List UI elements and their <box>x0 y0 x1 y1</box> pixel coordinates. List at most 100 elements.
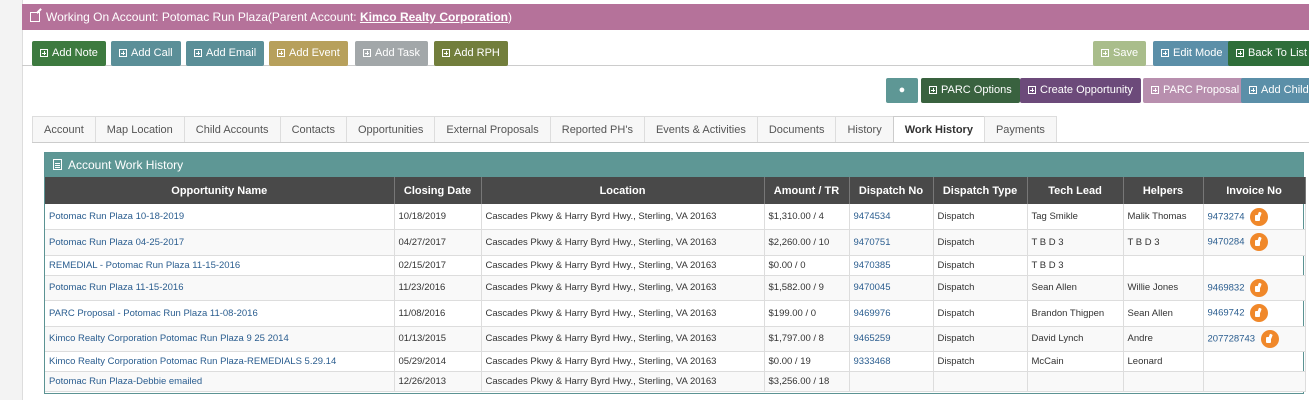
opportunity-link[interactable]: Potomac Run Plaza 11-15-2016 <box>45 275 395 301</box>
parent-account-link[interactable]: Kimco Realty Corporation <box>360 10 508 24</box>
add-task-button[interactable]: Add Task <box>355 41 429 66</box>
cell-text: Dispatch <box>937 307 975 319</box>
invoice-link[interactable]: 207728743 <box>1203 326 1306 352</box>
table-row[interactable]: Potomac Run Plaza 10-18-2019 10/18/2019 Ca… <box>45 204 1306 230</box>
table-row[interactable]: Potomac Run Plaza 04-25-2017 04/27/2017 Ca… <box>45 229 1306 256</box>
thumbs-up-icon[interactable] <box>1250 304 1269 323</box>
tab-payments[interactable]: Payments <box>983 116 1057 142</box>
invoice-link <box>1203 371 1306 392</box>
dispatch-link[interactable]: 9465259 <box>849 326 934 352</box>
column-header[interactable]: Dispatch No <box>849 177 934 204</box>
invoice-link[interactable]: 9469742 <box>1203 300 1306 327</box>
tab-history[interactable]: History <box>835 116 894 142</box>
tab-account[interactable]: Account <box>32 116 96 142</box>
back-to-list-label: Back To List <box>1248 47 1308 59</box>
cell-text: $0.00 / 19 <box>768 356 811 367</box>
edit-mode-button[interactable]: Edit Mode <box>1153 41 1231 66</box>
column-header[interactable]: Tech Lead <box>1027 177 1124 204</box>
cell-text: McCain <box>1031 356 1064 367</box>
add-call-label: Add Call <box>131 47 173 59</box>
cell-text: Willie Jones <box>1127 282 1179 294</box>
column-header[interactable]: Amount / TR <box>764 177 850 204</box>
account-title-bar: Working On Account: Potomac Run Plaza(Pa… <box>22 4 1309 30</box>
column-header[interactable]: Helpers <box>1123 177 1204 204</box>
thumbs-up-icon[interactable] <box>1250 207 1269 226</box>
cell-text: 11/23/2016 <box>398 282 446 294</box>
car-button[interactable]: ● <box>886 78 918 103</box>
add-note-button[interactable]: Add Note <box>32 41 106 66</box>
add-rph-button[interactable]: Add RPH <box>434 41 508 66</box>
thumbs-up-icon[interactable] <box>1250 233 1269 252</box>
table-row[interactable]: Kimco Realty Corporation Potomac Run Pla… <box>45 351 1306 372</box>
table-cell: 01/13/2015 <box>394 326 482 352</box>
cell-text: 9474534 <box>853 211 891 222</box>
parc-proposal-button[interactable]: PARC Proposal <box>1143 78 1248 103</box>
dispatch-link[interactable]: 9474534 <box>849 204 934 230</box>
dispatch-link[interactable]: 9470385 <box>849 255 934 276</box>
table-row[interactable]: PARC Proposal - Potomac Run Plaza 11-08-… <box>45 300 1306 327</box>
table-row[interactable]: Kimco Realty Corporation Potomac Run Pla… <box>45 326 1306 352</box>
plus-icon <box>442 49 450 57</box>
dispatch-link[interactable]: 9469976 <box>849 300 934 327</box>
cell-text: 9333468 <box>853 356 891 367</box>
invoice-link[interactable]: 9469832 <box>1203 275 1306 301</box>
cell-text: 9469976 <box>853 307 891 319</box>
tab-external-proposals[interactable]: External Proposals <box>434 116 551 142</box>
dispatch-link[interactable]: 9470045 <box>849 275 934 301</box>
invoice-link[interactable]: 9473274 <box>1203 204 1306 230</box>
plus-icon <box>119 49 127 57</box>
add-call-button[interactable]: Add Call <box>111 41 181 66</box>
table-row[interactable]: REMEDIAL - Potomac Run Plaza 11-15-2016 0… <box>45 255 1306 276</box>
column-header[interactable]: Opportunity Name <box>45 177 395 204</box>
thumbs-up-icon[interactable] <box>1250 278 1269 297</box>
table-cell: Dispatch <box>933 326 1028 352</box>
dispatch-link[interactable]: 9333468 <box>849 351 934 372</box>
back-to-list-button[interactable]: Back To List <box>1228 41 1309 66</box>
table-cell: 04/27/2017 <box>394 229 482 256</box>
invoice-link[interactable]: 9470284 <box>1203 229 1306 256</box>
cell-text: 9465259 <box>853 333 891 345</box>
opportunity-link[interactable]: Potomac Run Plaza 10-18-2019 <box>45 204 395 230</box>
column-header[interactable]: Closing Date <box>394 177 482 204</box>
opportunity-link[interactable]: Kimco Realty Corporation Potomac Run Pla… <box>45 326 395 352</box>
cell-text: Cascades Pkwy & Harry Byrd Hwy., Sterlin… <box>485 259 717 271</box>
cell-text: $1,310.00 / 4 <box>768 211 824 222</box>
opportunity-link[interactable]: Potomac Run Plaza-Debbie emailed <box>45 371 395 392</box>
save-label: Save <box>1113 47 1139 59</box>
tab-opportunities[interactable]: Opportunities <box>345 116 436 142</box>
dispatch-link[interactable]: 9470751 <box>849 229 934 256</box>
tab-events-activities[interactable]: Events & Activities <box>643 116 758 142</box>
tab-work-history[interactable]: Work History <box>892 116 985 143</box>
opportunity-link[interactable]: Kimco Realty Corporation Potomac Run Pla… <box>45 351 395 372</box>
create-opportunity-button[interactable]: Create Opportunity <box>1020 78 1141 103</box>
cell-text: Brandon Thigpen <box>1031 307 1105 319</box>
thumbs-up-icon[interactable] <box>1261 329 1280 348</box>
opportunity-link[interactable]: REMEDIAL - Potomac Run Plaza 11-15-2016 <box>45 255 395 276</box>
table-row[interactable]: Potomac Run Plaza-Debbie emailed 12/26/20… <box>45 371 1306 392</box>
parc-options-button[interactable]: PARC Options <box>921 78 1020 103</box>
save-button[interactable]: Save <box>1093 41 1147 66</box>
opportunity-link[interactable]: PARC Proposal - Potomac Run Plaza 11-08-… <box>45 300 395 327</box>
column-header[interactable]: Invoice No <box>1203 177 1306 204</box>
table-row[interactable]: Potomac Run Plaza 11-15-2016 11/23/2016 Ca… <box>45 275 1306 301</box>
cell-text: 9470751 <box>853 236 891 248</box>
add-rph-label: Add RPH <box>454 47 500 59</box>
title-prefix: Working On Account: Potomac Run Plaza(Pa… <box>46 10 360 24</box>
add-email-button[interactable]: Add Email <box>186 41 265 66</box>
tab-reported-phs[interactable]: Reported PH's <box>549 116 645 142</box>
table-cell: Sean Allen <box>1123 300 1204 327</box>
add-child-button[interactable]: Add Child <box>1241 78 1309 103</box>
tab-map-location[interactable]: Map Location <box>94 116 185 142</box>
tab-documents[interactable]: Documents <box>756 116 837 142</box>
add-event-label: Add Event <box>289 47 340 59</box>
cell-text: T B D 3 <box>1031 236 1064 248</box>
parc-options-label: PARC Options <box>941 84 1012 96</box>
add-event-button[interactable]: Add Event <box>269 41 348 66</box>
column-header[interactable]: Location <box>481 177 765 204</box>
cell-text: Leonard <box>1127 356 1163 367</box>
tab-child-accounts[interactable]: Child Accounts <box>183 116 281 142</box>
tab-contacts[interactable]: Contacts <box>279 116 347 142</box>
opportunity-link[interactable]: Potomac Run Plaza 04-25-2017 <box>45 229 395 256</box>
cell-text: T B D 3 <box>1031 259 1064 271</box>
column-header[interactable]: Dispatch Type <box>933 177 1028 204</box>
